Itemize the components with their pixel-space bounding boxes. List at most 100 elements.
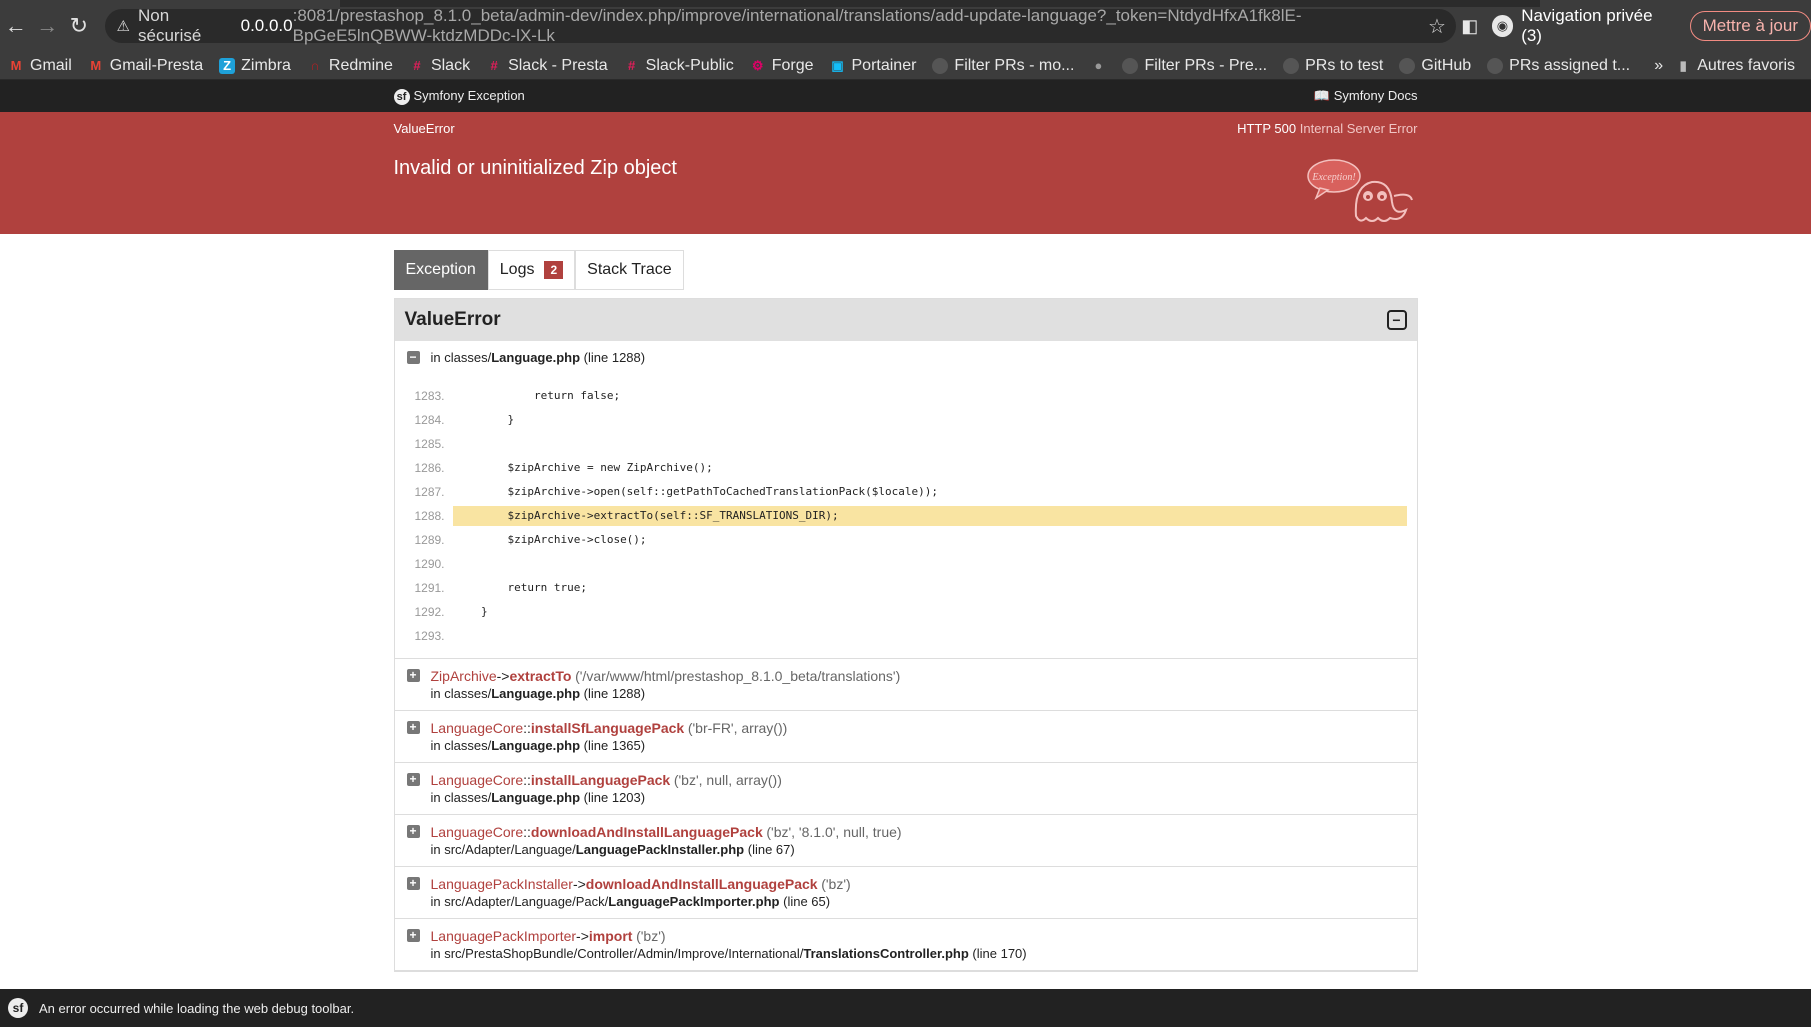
tab-strip: [340, 0, 1540, 7]
bookmark-redmine[interactable]: ∩ Redmine: [307, 57, 393, 75]
portainer-icon: ▣: [831, 57, 844, 73]
star-icon[interactable]: ☆: [1428, 14, 1446, 39]
forge-icon: ⚙: [751, 57, 764, 73]
debug-toolbar: sf An error occurred while loading the w…: [0, 989, 1811, 1027]
exception-tabs: Exception Logs 2 Stack Trace: [393, 250, 1418, 290]
bookmark-slack-presta[interactable]: # Slack - Presta: [486, 57, 607, 75]
plus-icon[interactable]: +: [406, 669, 420, 682]
symfony-top-bar: sf Symfony Exception 📖 Symfony Docs: [0, 80, 1811, 112]
frame-file: in classes/Language.php (line 1365): [430, 738, 646, 753]
frame-file: in src/PrestaShopBundle/Controller/Admin…: [430, 946, 1027, 961]
collapse-icon[interactable]: −: [1386, 310, 1407, 330]
code-row: 1284. }: [414, 413, 515, 427]
private-label: Navigation privée (3): [1521, 6, 1653, 45]
private-browsing-indicator[interactable]: ◉ Navigation privée (3): [1484, 6, 1684, 45]
code-row: 1290.: [414, 557, 445, 571]
plus-icon[interactable]: +: [406, 877, 420, 890]
slack-icon: #: [413, 58, 421, 73]
tab-stack-trace[interactable]: Stack Trace: [575, 250, 684, 290]
code-excerpt: 1283. return false; 1284. } 1285. 1286. …: [394, 374, 1417, 659]
more-bookmarks-icon[interactable]: »: [1654, 57, 1663, 75]
exception-header: ValueError HTTP 500 Internal Server Erro…: [0, 112, 1811, 234]
browser-toolbar: ← → ↻ ⚠ Non sécurisé 0.0.0.0 :8081/prest…: [0, 0, 1811, 52]
warning-icon[interactable]: ⚠: [117, 17, 130, 35]
code-row: 1293.: [414, 629, 445, 643]
frame-file: in src/Adapter/Language/LanguagePackInst…: [430, 842, 795, 857]
http-status: HTTP 500 Internal Server Error: [1237, 121, 1418, 136]
code-row: 1289. $zipArchive->close();: [414, 533, 647, 547]
bookmark-globe[interactable]: ●: [1090, 58, 1106, 74]
trace-frame[interactable]: + LanguagePackInstaller->downloadAndInst…: [394, 867, 1417, 919]
symfony-logo-icon[interactable]: sf: [8, 998, 28, 1018]
bookmark-slack-public[interactable]: # Slack-Public: [624, 57, 734, 75]
bookmark-filter-prs-mo[interactable]: Filter PRs - mo...: [932, 57, 1074, 75]
minus-icon[interactable]: −: [406, 351, 420, 364]
bookmark-github[interactable]: GitHub: [1399, 57, 1471, 75]
gmail-icon: M: [90, 58, 102, 73]
tab-exception[interactable]: Exception: [393, 250, 488, 290]
back-icon[interactable]: ←: [0, 13, 32, 39]
update-button[interactable]: Mettre à jour: [1689, 11, 1811, 41]
trace-frame[interactable]: + LanguagePackImporter->import ('bz') in…: [394, 919, 1417, 971]
url-path[interactable]: :8081/prestashop_8.1.0_beta/admin-dev/in…: [293, 6, 1428, 46]
ghost-speech-text: Exception!: [1311, 172, 1355, 183]
book-icon: 📖: [1313, 88, 1331, 103]
code-row: 1291. return true;: [414, 581, 587, 595]
bookmark-filter-prs-pre[interactable]: Filter PRs - Pre...: [1122, 57, 1267, 75]
frame-file: in src/Adapter/Language/Pack/LanguagePac…: [430, 894, 831, 909]
trace-frame[interactable]: + ZipArchive->extractTo ('/var/www/html/…: [394, 659, 1417, 711]
trace-frame[interactable]: + LanguageCore::downloadAndInstallLangua…: [394, 815, 1417, 867]
plus-icon[interactable]: +: [406, 929, 420, 942]
forward-icon[interactable]: →: [32, 13, 64, 39]
other-bookmarks-folder[interactable]: ▮ Autres favoris: [1675, 57, 1795, 75]
side-panel-icon[interactable]: ◧: [1456, 16, 1484, 37]
symfony-exception-label: sf Symfony Exception: [393, 88, 525, 105]
trace-frame[interactable]: + LanguageCore::installSfLanguagePack ('…: [394, 711, 1417, 763]
symfony-logo-icon: sf: [393, 88, 410, 105]
address-bar[interactable]: ⚠ Non sécurisé 0.0.0.0 :8081/prestashop_…: [104, 6, 1456, 46]
exception-message: Invalid or uninitialized Zip object: [393, 157, 678, 179]
frame-file: in classes/Language.php (line 1203): [430, 790, 646, 805]
reload-icon[interactable]: ↻: [63, 13, 95, 39]
bookmark-prs-to-test[interactable]: PRs to test: [1283, 57, 1383, 75]
code-row: 1287. $zipArchive->open(self::getPathToC…: [414, 485, 938, 499]
plus-icon[interactable]: +: [406, 825, 420, 838]
trace-line-main[interactable]: − in classes/Language.php (line 1288): [395, 341, 1417, 374]
bookmark-gmail[interactable]: M Gmail: [8, 57, 72, 75]
plus-icon[interactable]: +: [406, 773, 420, 786]
slack-icon: #: [628, 58, 636, 73]
gmail-icon: M: [10, 58, 22, 73]
trace-title: ValueError: [404, 309, 501, 330]
tab-logs[interactable]: Logs 2: [487, 250, 576, 290]
exception-class: ValueError: [393, 121, 455, 136]
debug-toolbar-message: An error occurred while loading the web …: [39, 1000, 355, 1016]
bookmark-forge[interactable]: ⚙ Forge: [750, 57, 814, 75]
code-row: 1292. }: [414, 605, 488, 619]
bookmarks-bar: M Gmail M Gmail-Presta Z Zimbra ∩ Redmine # S…: [0, 52, 1811, 80]
incognito-icon: ◉: [1491, 15, 1514, 37]
url-host[interactable]: 0.0.0.0: [241, 16, 293, 36]
github-icon: [1283, 57, 1300, 74]
trace-frame[interactable]: + LanguageCore::installLanguagePack ('bz…: [394, 763, 1417, 815]
code-row: 1285.: [414, 437, 445, 451]
zimbra-icon: Z: [219, 57, 236, 74]
bookmark-portainer[interactable]: ▣ Portainer: [830, 57, 916, 75]
slack-icon: #: [490, 58, 498, 73]
plus-icon[interactable]: +: [406, 721, 420, 734]
frame-file: in classes/Language.php (line 1288): [430, 686, 646, 701]
folder-icon: ▮: [1679, 57, 1687, 73]
bookmark-gmail-presta[interactable]: M Gmail-Presta: [88, 57, 203, 75]
github-icon: [932, 57, 949, 74]
trace-header[interactable]: ValueError −: [394, 299, 1417, 341]
bookmark-zimbra[interactable]: Z Zimbra: [219, 57, 291, 75]
trace-panel: ValueError − − in classes/Language.php (…: [393, 298, 1418, 972]
redmine-icon: ∩: [310, 58, 320, 73]
bookmark-prs-assigned[interactable]: PRs assigned t...: [1487, 57, 1630, 75]
github-icon: [1122, 57, 1139, 74]
bookmark-slack[interactable]: # Slack: [409, 57, 470, 75]
not-secure-label[interactable]: Non sécurisé: [138, 6, 227, 46]
symfony-docs-link[interactable]: 📖 Symfony Docs: [1314, 88, 1418, 104]
main-content: Exception Logs 2 Stack Trace ValueError −…: [393, 250, 1418, 972]
github-icon: [1399, 57, 1416, 74]
code-row: 1283. return false;: [414, 389, 621, 403]
